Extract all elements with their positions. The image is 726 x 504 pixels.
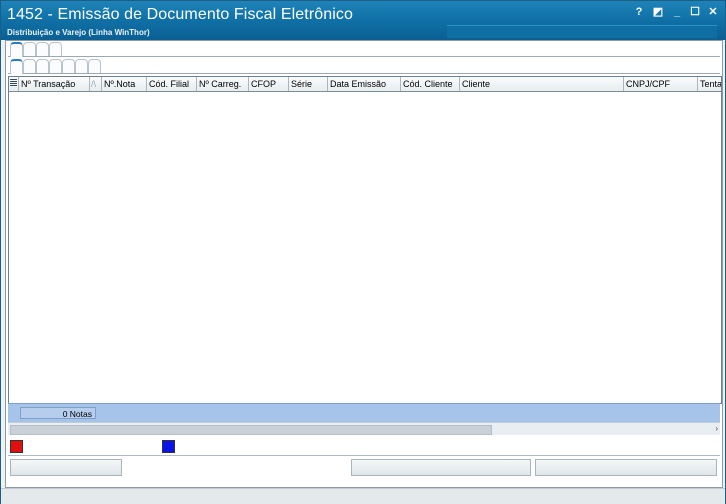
notes-grid[interactable]: Nº Transação /\ Nº.Nota Cód. Filial Nº C… [8,76,722,404]
action-button-right[interactable] [535,459,717,476]
tab-1-4[interactable] [49,42,62,56]
column-header-filial[interactable]: Cód. Filial [147,77,197,91]
column-header-nota[interactable]: Nº.Nota [102,77,147,91]
tab-2-4[interactable] [49,59,62,73]
column-header-data-emissao[interactable]: Data Emissão [328,77,401,91]
window-title: 1452 - Emissão de Documento Fiscal Eletr… [7,6,353,23]
tab-2-3[interactable] [36,59,49,73]
close-button[interactable]: ✕ [706,5,720,19]
tab-1-1[interactable] [10,42,23,57]
column-header-cod-cliente[interactable]: Cód. Cliente [401,77,460,91]
main-panel: Nº Transação /\ Nº.Nota Cód. Filial Nº C… [5,40,723,488]
column-header-serie[interactable]: Série [289,77,328,91]
grid-footer: 0 Notas [8,403,720,422]
column-header-transacao[interactable]: Nº Transação [19,77,90,91]
help-button[interactable]: ? [632,5,646,19]
grid-header: Nº Transação /\ Nº.Nota Cód. Filial Nº C… [9,77,721,92]
notes-count: 0 Notas [20,407,96,419]
restore-button[interactable]: ◩ [651,5,665,19]
column-header-carreg[interactable]: Nº Carreg. [197,77,249,91]
action-button-middle[interactable] [351,459,531,476]
window-subtitle: Distribuição e Varejo (Linha WinThor) [7,28,150,37]
minimize-button[interactable]: _ [670,5,684,19]
sort-ascending-icon[interactable]: /\ [89,77,102,91]
blue-legend-swatch [162,440,175,453]
tab-2-7[interactable] [88,59,101,73]
column-header-cnpj[interactable]: CNPJ/CPF [624,77,698,91]
column-header-tentativas[interactable]: Tenta [698,77,721,91]
status-bar [1,488,725,504]
horizontal-scrollbar[interactable]: › [8,422,720,435]
column-chooser-icon[interactable] [9,77,19,91]
scrollbar-thumb[interactable] [10,425,492,435]
red-legend-swatch [10,440,23,453]
tab-row-2 [8,58,720,74]
tab-1-3[interactable] [36,42,49,56]
title-bar: 1452 - Emissão de Documento Fiscal Eletr… [1,1,725,40]
tab-2-5[interactable] [62,59,75,73]
scroll-right-arrow-icon[interactable]: › [715,424,718,433]
tab-2-6[interactable] [75,59,88,73]
divider [8,455,720,456]
column-header-cliente[interactable]: Cliente [460,77,624,91]
column-header-cfop[interactable]: CFOP [249,77,289,91]
tab-1-2[interactable] [23,42,36,56]
tab-2-2[interactable] [23,59,36,73]
application-window: 1452 - Emissão de Documento Fiscal Eletr… [0,0,726,504]
maximize-button[interactable]: ☐ [688,5,702,19]
action-button-left[interactable] [10,459,122,476]
tab-2-1[interactable] [10,59,23,74]
tab-row-1 [8,41,720,57]
title-decoration [447,25,717,38]
